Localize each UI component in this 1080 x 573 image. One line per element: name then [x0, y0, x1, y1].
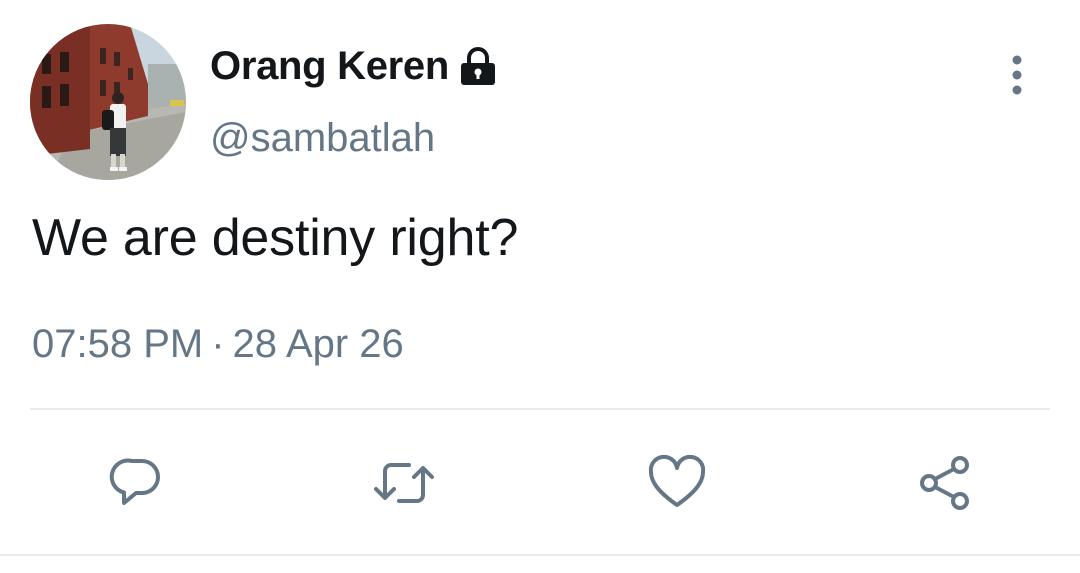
lock-icon	[457, 47, 499, 87]
heart-icon	[648, 454, 706, 507]
display-name[interactable]: Orang Keren	[210, 44, 449, 89]
meta-separator: ·	[211, 322, 225, 366]
tweet-timestamp[interactable]: 07:58 PM · 28 Apr 26	[32, 322, 404, 367]
divider	[30, 408, 1050, 410]
retweet-icon	[374, 463, 434, 503]
reply-button[interactable]	[101, 448, 171, 518]
tweet-time: 07:58 PM	[32, 322, 204, 366]
avatar[interactable]	[30, 24, 186, 180]
tweet-text: We are destiny right?	[32, 209, 519, 267]
like-button[interactable]	[642, 448, 712, 518]
more-vertical-icon	[1012, 55, 1022, 95]
more-options-button[interactable]	[992, 50, 1042, 100]
retweet-button[interactable]	[369, 448, 439, 518]
tweet-date: 28 Apr 26	[232, 322, 404, 366]
action-bar	[0, 448, 1080, 518]
divider	[0, 554, 1080, 556]
reply-icon	[109, 458, 160, 505]
author-name-row: Orang Keren	[210, 40, 499, 92]
user-handle[interactable]: @sambatlah	[210, 116, 435, 161]
share-button[interactable]	[910, 448, 980, 518]
tweet-card: Orang Keren @sambatlah We are destiny ri…	[0, 0, 1080, 573]
share-icon	[920, 456, 969, 510]
